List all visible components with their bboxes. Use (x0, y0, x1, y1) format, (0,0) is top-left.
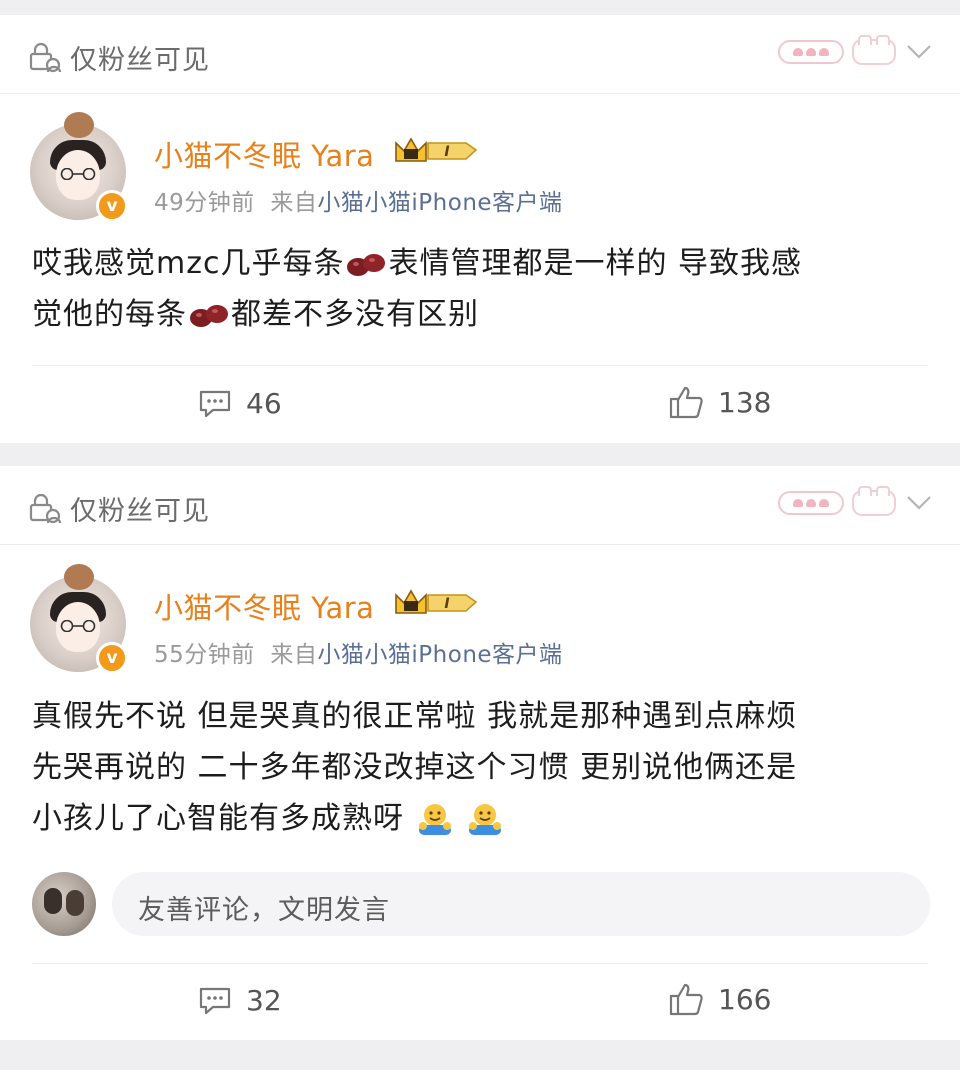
comment-icon (199, 987, 231, 1014)
post-meta: 55分钟前 来自小猫小猫iPhone客户端 (154, 635, 563, 669)
post-content: 真假先不说 但是哭真的很正常啦 我就是那种遇到点麻烦 先哭再说的 二十多年都没改… (32, 691, 932, 844)
like-button[interactable]: 166 (668, 982, 771, 1016)
avatar[interactable]: v (30, 564, 128, 674)
chevron-down-icon[interactable] (904, 488, 934, 518)
hug-emoji-icon (418, 803, 451, 835)
post-time: 49分钟前 (154, 190, 255, 216)
content-text: 真假先不说 但是哭真的很正常啦 我就是那种遇到点麻烦 (32, 699, 798, 734)
content-text: 小孩儿了心智能有多成熟呀 (32, 801, 404, 836)
like-count: 138 (718, 385, 772, 419)
my-avatar (32, 872, 96, 936)
post-meta: 49分钟前 来自小猫小猫iPhone客户端 (154, 183, 563, 217)
post-card: 仅粉丝可见 v 小猫不冬眠 Yara I 49分钟前 来自小猫小猫iPhone客… (0, 15, 960, 443)
post-source[interactable]: 小猫小猫iPhone客户端 (317, 190, 562, 216)
source-prefix: 来自 (270, 190, 318, 216)
visibility-label: 仅粉丝可见 (70, 495, 210, 527)
like-button[interactable]: 138 (668, 385, 771, 419)
content-text: 都差不多没有区别 (231, 297, 479, 332)
visibility-row: 仅粉丝可见 (28, 39, 210, 76)
lock-visibility-icon (29, 42, 62, 73)
post-time: 55分钟前 (154, 642, 255, 668)
member-level-badge: I (395, 589, 478, 614)
comment-placeholder: 友善评论，文明发言 (138, 895, 390, 926)
comment-count: 46 (246, 387, 282, 420)
card-decoration (778, 35, 934, 67)
card-decoration (778, 486, 934, 518)
hearts-sticker (778, 40, 844, 64)
visibility-label: 仅粉丝可见 (70, 44, 210, 76)
post-source[interactable]: 小猫小猫iPhone客户端 (317, 642, 562, 668)
hearts-sticker (778, 491, 844, 515)
divider (0, 544, 960, 545)
content-text: 哎我感觉mzc几乎每条 (32, 246, 345, 281)
thumbs-up-icon (669, 386, 703, 419)
cat-sticker (852, 35, 896, 65)
avatar[interactable]: v (30, 112, 128, 222)
cat-sticker (852, 486, 896, 516)
post-content: 哎我感觉mzc几乎每条 表情管理都是一样的 导致我感 觉他的每条 都差不多没有区别 (32, 238, 932, 340)
content-text: 表情管理都是一样的 导致我感 (388, 246, 803, 281)
level-text: I (444, 144, 449, 160)
source-prefix: 来自 (270, 642, 318, 668)
username[interactable]: 小猫不冬眠 Yara (154, 133, 374, 175)
bean-emoji-icon (190, 304, 228, 327)
divider (32, 963, 928, 964)
chevron-down-icon[interactable] (904, 37, 934, 67)
hug-emoji-icon (469, 803, 502, 835)
content-text: 觉他的每条 (32, 297, 187, 332)
like-count: 166 (718, 982, 772, 1016)
comment-input[interactable]: 友善评论，文明发言 (112, 872, 930, 936)
lock-visibility-icon (29, 493, 62, 524)
level-text: I (444, 596, 449, 612)
member-level-badge: I (395, 137, 478, 162)
comment-button[interactable]: 46 (198, 387, 282, 420)
verified-badge: v (96, 642, 128, 674)
username[interactable]: 小猫不冬眠 Yara (154, 585, 374, 627)
divider (32, 365, 928, 366)
thumbs-up-icon (669, 983, 703, 1016)
post-card: 仅粉丝可见 v 小猫不冬眠 Yara I 55分钟前 来自小猫小猫iPhone客… (0, 466, 960, 1040)
visibility-row: 仅粉丝可见 (28, 490, 210, 527)
verified-badge: v (96, 190, 128, 222)
bean-emoji-icon (347, 253, 386, 276)
divider (0, 93, 960, 94)
comment-count: 32 (246, 984, 282, 1017)
comment-icon (199, 390, 231, 417)
content-text: 先哭再说的 二十多年都没改掉这个习惯 更别说他俩还是 (32, 750, 798, 785)
comment-button[interactable]: 32 (198, 984, 282, 1017)
